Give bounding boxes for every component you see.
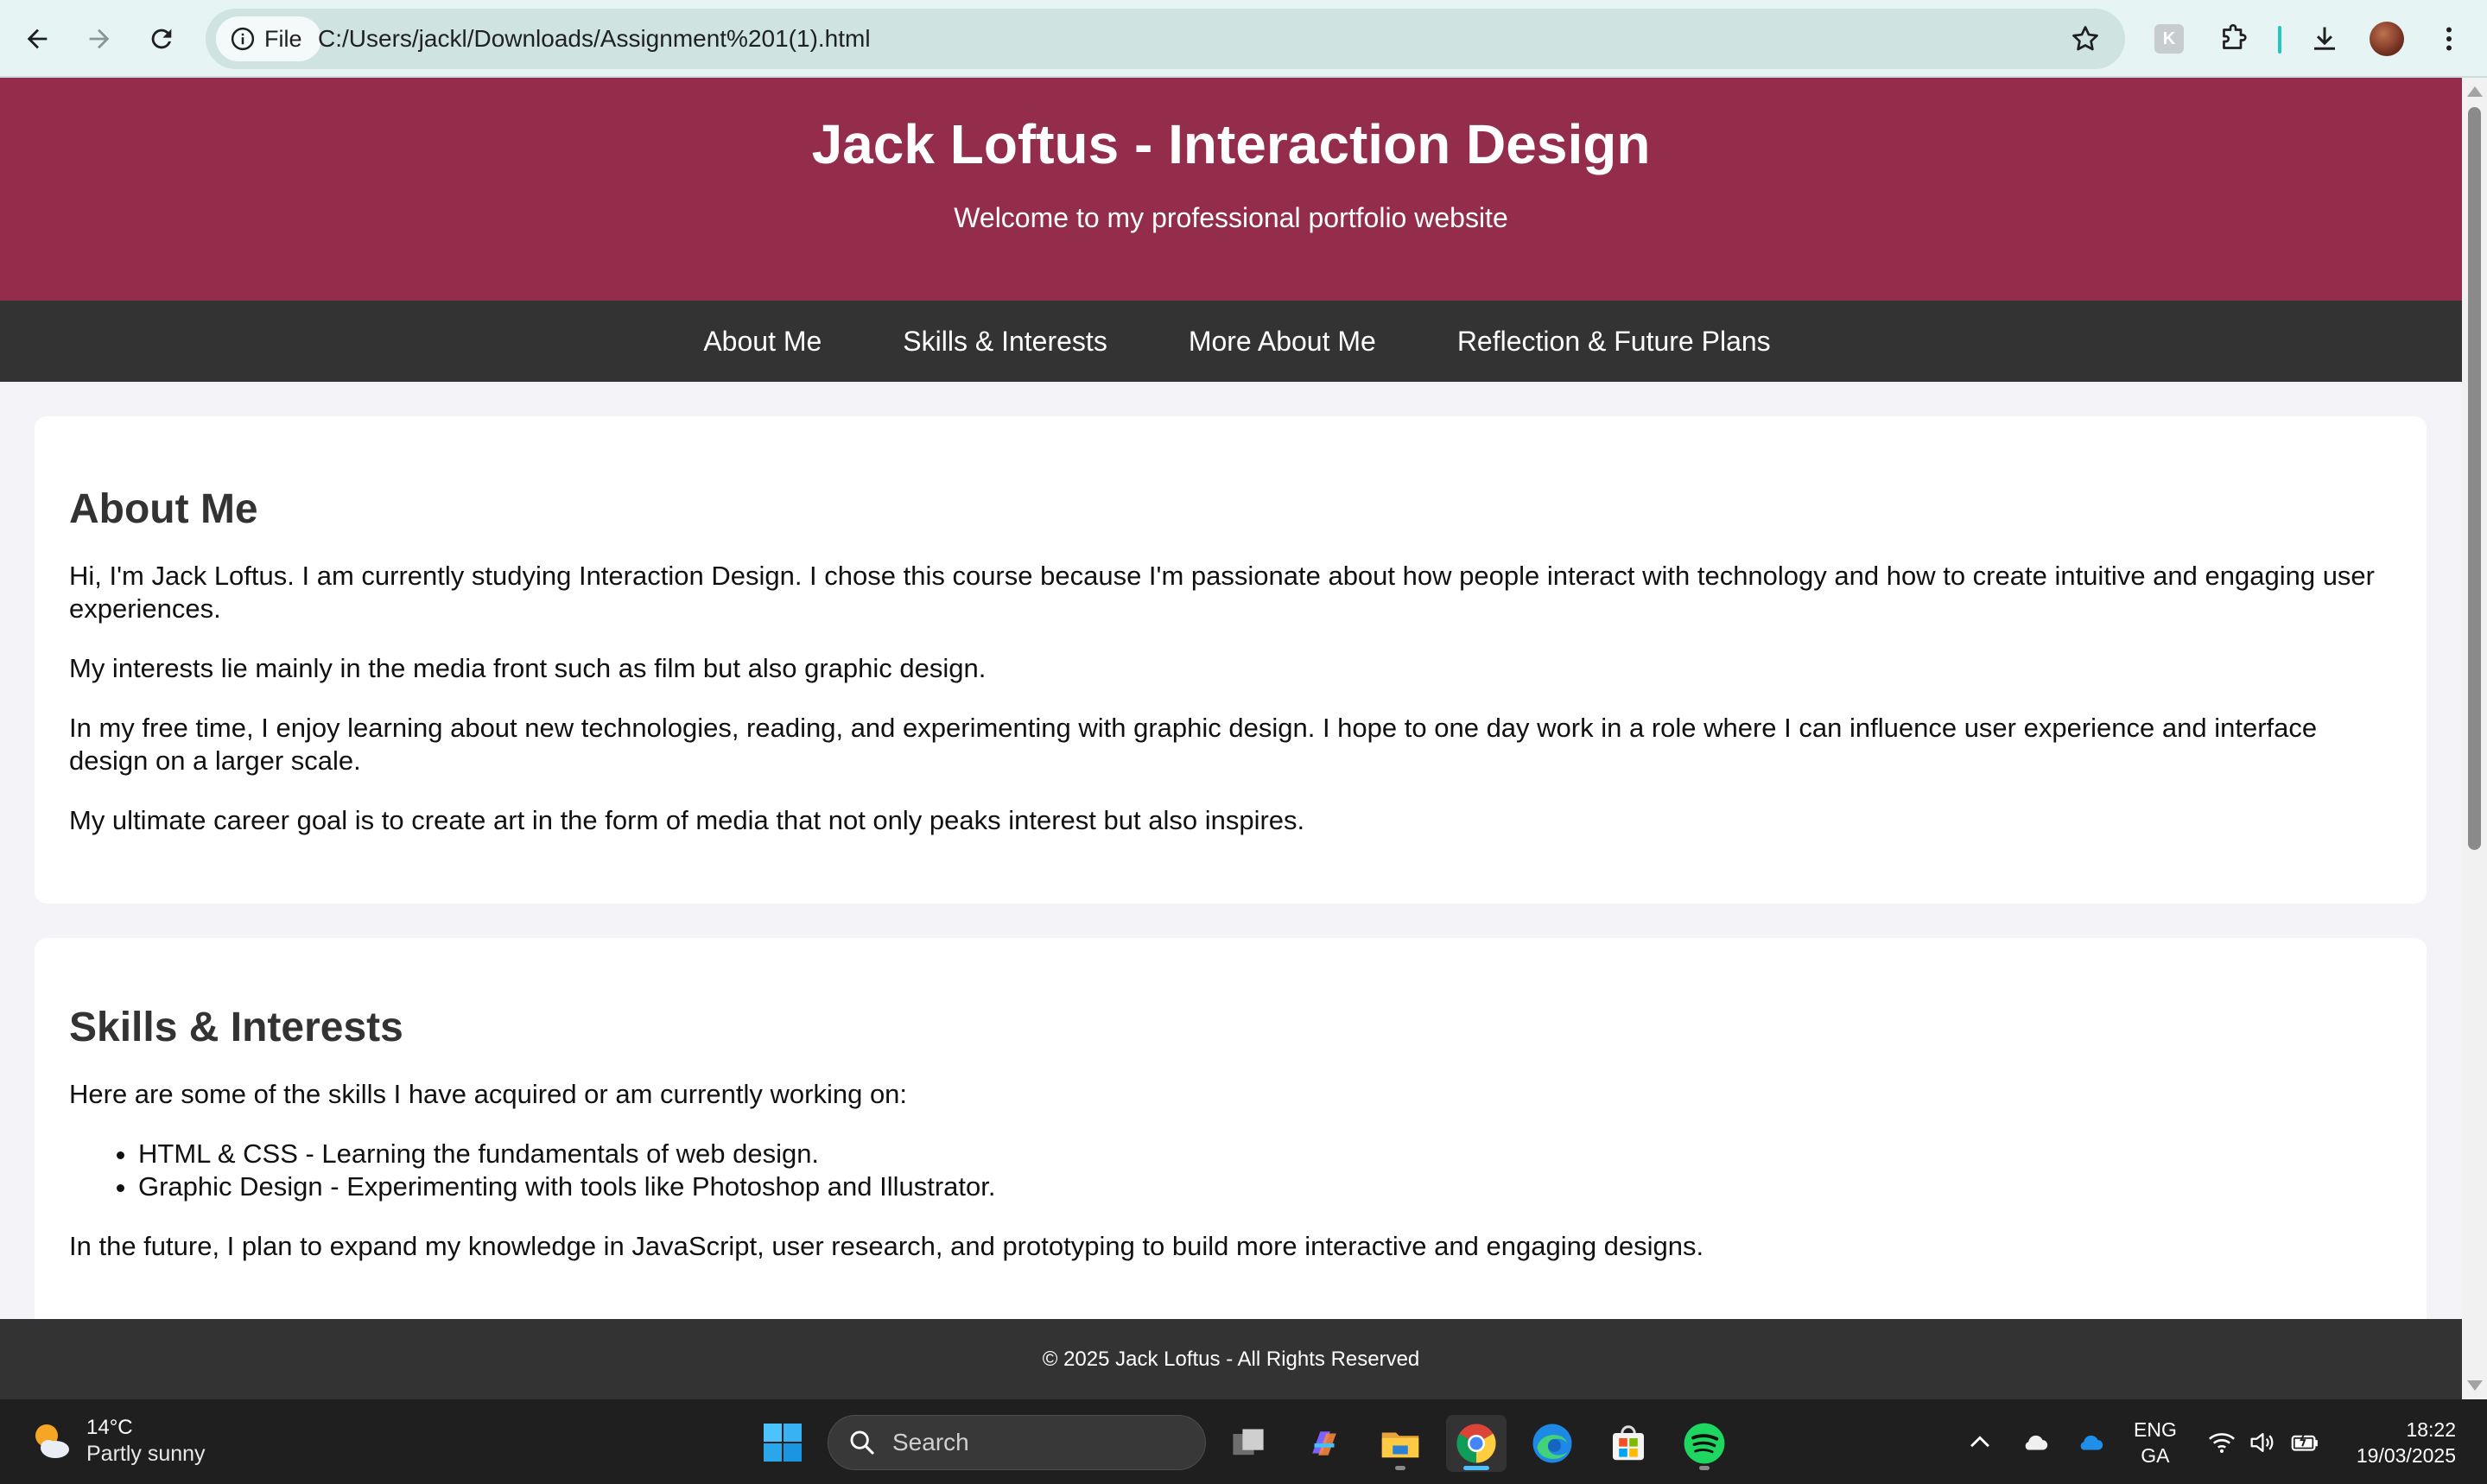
search-icon: [850, 1430, 874, 1455]
skills-interests-section: Skills & Interests Here are some of the …: [35, 938, 2427, 1353]
folder-icon: [1381, 1432, 1419, 1458]
chrome-button[interactable]: [1446, 1415, 1507, 1472]
system-clock[interactable]: 18:22 19/03/2025: [2357, 1417, 2456, 1468]
copilot-button[interactable]: [1294, 1415, 1355, 1472]
wifi-icon: [2208, 1433, 2236, 1454]
skills-intro: Here are some of the skills I have acqui…: [69, 1079, 908, 1109]
skills-outro: In the future, I plan to expand my knowl…: [69, 1231, 1704, 1261]
downloads-button[interactable]: [2305, 19, 2344, 59]
toolbar-separator: [2278, 26, 2281, 54]
scroll-thumb[interactable]: [2468, 107, 2481, 850]
site-info-chip[interactable]: File: [216, 16, 321, 61]
address-bar[interactable]: File C:/Users/jackl/Downloads/Assignment…: [206, 9, 2125, 69]
more-vertical-icon: [2446, 27, 2452, 51]
speaker-icon: [2250, 1432, 2274, 1453]
microsoft-store-button[interactable]: [1598, 1415, 1659, 1472]
weather-widget[interactable]: 14°C Partly sunny: [26, 1415, 206, 1467]
about-paragraph: My ultimate career goal is to create art…: [69, 805, 1305, 835]
puzzle-icon: [2223, 23, 2247, 49]
site-header: Jack Loftus - Interaction Design Welcome…: [0, 78, 2462, 301]
download-icon: [2314, 27, 2335, 50]
about-paragraph: My interests lie mainly in the media fro…: [69, 653, 987, 683]
onedrive-business-button[interactable]: [2073, 1425, 2108, 1460]
wifi-button[interactable]: [2205, 1425, 2239, 1460]
site-title: Jack Loftus - Interaction Design: [811, 113, 1651, 175]
forward-button[interactable]: [79, 19, 119, 59]
edge-button[interactable]: [1522, 1415, 1583, 1472]
language-secondary: GA: [2141, 1444, 2170, 1467]
nav-link-more-about-me[interactable]: More About Me: [1177, 326, 1376, 358]
extensions-button[interactable]: [2213, 19, 2253, 59]
scroll-down-arrow-icon[interactable]: [2467, 1380, 2483, 1391]
clock-date: 19/03/2025: [2356, 1444, 2456, 1467]
file-explorer-button[interactable]: [1370, 1415, 1431, 1472]
reload-button[interactable]: [142, 19, 181, 59]
copilot-icon: [1312, 1431, 1336, 1455]
spotify-icon: [1684, 1423, 1725, 1464]
url-text[interactable]: C:/Users/jackl/Downloads/Assignment%201(…: [318, 9, 871, 69]
running-indicator: [1699, 1466, 1710, 1470]
onedrive-personal-button[interactable]: [2018, 1425, 2052, 1460]
skills-list: HTML & CSS - Learning the fundamentals o…: [69, 1138, 2392, 1203]
bookmark-star-icon[interactable]: [2070, 23, 2101, 54]
onedrive-cloud-icon: [2080, 1435, 2103, 1450]
battery-button[interactable]: [2287, 1425, 2322, 1460]
cloud-icon: [2025, 1435, 2048, 1450]
weather-temperature: 14°C: [86, 1416, 133, 1439]
search-label: Search: [892, 1429, 969, 1455]
menu-button[interactable]: [2429, 19, 2469, 59]
arrow-left-icon: [27, 29, 48, 49]
about-paragraph: Hi, I'm Jack Loftus. I am currently stud…: [69, 561, 2375, 624]
profile-button[interactable]: [2367, 19, 2407, 59]
scroll-up-arrow-icon[interactable]: [2467, 86, 2483, 97]
avatar: [2370, 22, 2404, 56]
chevron-up-icon: [1970, 1436, 1989, 1448]
vertical-scrollbar[interactable]: [2462, 78, 2487, 1399]
page-viewport: Jack Loftus - Interaction Design Welcome…: [0, 78, 2462, 1399]
about-me-heading: About Me: [69, 486, 258, 532]
language-primary: ENG: [2134, 1418, 2177, 1441]
store-icon: [1613, 1425, 1644, 1461]
nav-link-about-me[interactable]: About Me: [691, 326, 822, 358]
nav-link-skills-interests[interactable]: Skills & Interests: [891, 326, 1107, 358]
site-footer: © 2025 Jack Loftus - All Rights Reserved: [0, 1319, 2462, 1399]
windows-start-icon[interactable]: [762, 1422, 803, 1463]
site-subtitle: Welcome to my professional portfolio web…: [954, 202, 1508, 233]
info-icon: [231, 27, 255, 51]
about-paragraph: In my free time, I enjoy learning about …: [69, 713, 2318, 776]
reload-icon: [151, 29, 172, 49]
list-item: HTML & CSS - Learning the fundamentals o…: [138, 1138, 2392, 1170]
battery-charging-icon: [2291, 1432, 2318, 1451]
site-info-label: File: [264, 25, 302, 52]
list-item: Graphic Design - Experimenting with tool…: [138, 1170, 2392, 1203]
active-indicator: [1463, 1466, 1489, 1470]
taskbar: 14°C Partly sunny Search ENG GA 18:22 19…: [0, 1399, 2487, 1484]
clock-time: 18:22: [2406, 1418, 2456, 1441]
about-me-section: About Me Hi, I'm Jack Loftus. I am curre…: [35, 416, 2427, 904]
task-view-icon: [1233, 1429, 1264, 1455]
footer-text: © 2025 Jack Loftus - All Rights Reserved: [1042, 1348, 1420, 1371]
site-nav: About Me Skills & Interests More About M…: [0, 301, 2462, 382]
task-view-button[interactable]: [1218, 1415, 1278, 1472]
volume-button[interactable]: [2244, 1425, 2279, 1460]
taskbar-search[interactable]: Search: [828, 1415, 1206, 1470]
show-hidden-icons-button[interactable]: [1963, 1425, 1997, 1460]
edge-icon: [1532, 1424, 1572, 1463]
back-button[interactable]: [17, 19, 57, 59]
extension-k-button[interactable]: K: [2149, 19, 2189, 59]
partly-sunny-icon: [26, 1417, 74, 1465]
arrow-right-icon: [89, 29, 110, 49]
nav-link-reflection-future-plans[interactable]: Reflection & Future Plans: [1445, 326, 1771, 358]
weather-description: Partly sunny: [86, 1442, 206, 1466]
language-indicator[interactable]: ENG GA: [2134, 1417, 2177, 1468]
spotify-button[interactable]: [1674, 1415, 1735, 1472]
running-indicator: [1395, 1466, 1405, 1470]
browser-toolbar: File C:/Users/jackl/Downloads/Assignment…: [0, 0, 2487, 78]
skills-heading: Skills & Interests: [69, 1005, 403, 1050]
chrome-icon: [1456, 1424, 1496, 1463]
extension-k-icon: K: [2154, 24, 2184, 54]
